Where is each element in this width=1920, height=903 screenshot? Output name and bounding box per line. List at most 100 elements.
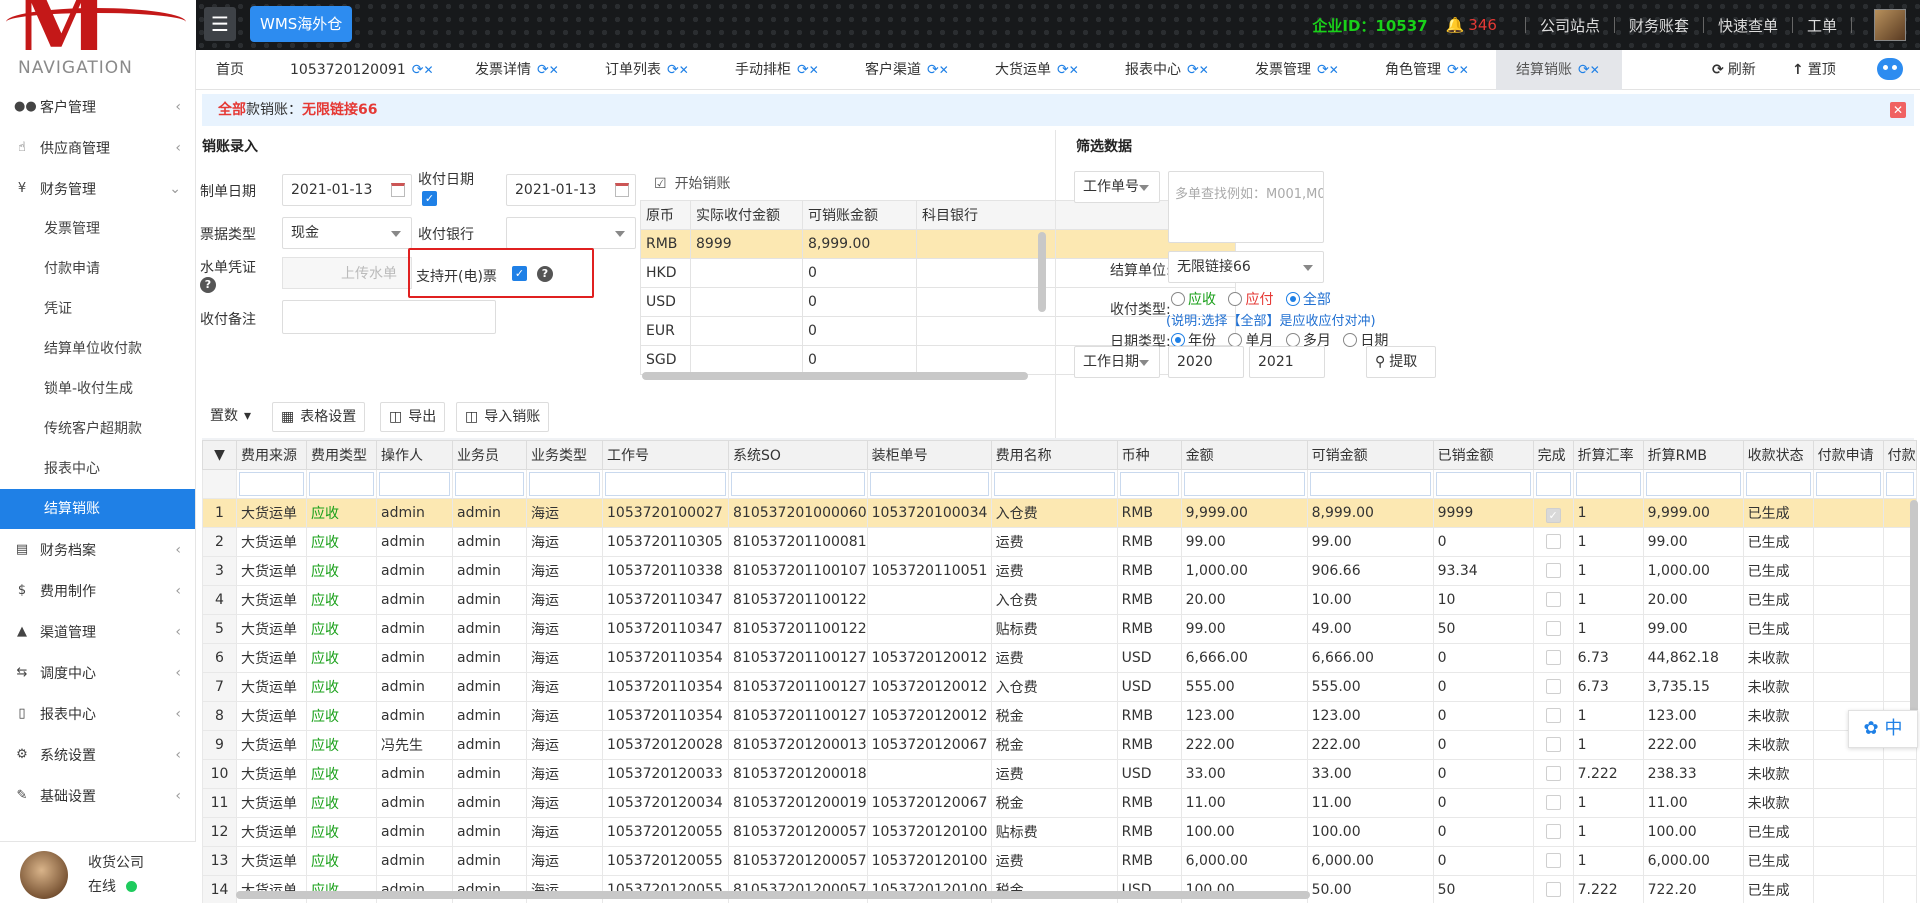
table-row[interactable]: 7 大货运单 应收 admin admin 海运 1053720110354 81053720…	[202, 672, 1917, 702]
table-row[interactable]: 9 大货运单 应收 冯先生 admin 海运 1053720120028 8105372012…	[202, 730, 1917, 760]
pay-date-checkbox[interactable]: ✓	[422, 191, 437, 206]
multi-order-search-input[interactable]: 多单查找例如：M001,M002	[1168, 171, 1324, 243]
table-row[interactable]: 5 大货运单 应收 admin admin 海运 1053720110347 81053720…	[202, 614, 1917, 644]
done-checkbox[interactable]	[1545, 563, 1561, 578]
tab-role-manage[interactable]: 角色管理 ⟳✕	[1385, 50, 1469, 90]
done-checkbox[interactable]	[1545, 795, 1561, 810]
export-button[interactable]: ◫ 导出	[380, 402, 446, 432]
done-checkbox[interactable]	[1545, 824, 1561, 839]
wms-system-button[interactable]: WMS海外仓	[250, 6, 353, 42]
table-row[interactable]: 13 大货运单 应收 admin admin 海运 1053720120055 8105372…	[202, 846, 1917, 876]
year-to-input[interactable]: 2021	[1249, 346, 1325, 378]
year-from-input[interactable]: 2020	[1168, 346, 1244, 378]
grid-filter-input[interactable]	[1642, 469, 1744, 499]
grid-filter-input[interactable]	[1432, 469, 1534, 499]
grid-header[interactable]: 操作人	[376, 440, 453, 470]
sidebar-sub-lock-order[interactable]: 锁单-收付生成	[0, 369, 195, 409]
grid-filter-input[interactable]	[376, 469, 453, 499]
done-checkbox[interactable]	[1545, 708, 1561, 723]
upload-water-button[interactable]: 上传水单	[282, 257, 412, 289]
sidebar-item-system-settings[interactable]: ⚙ 系统设置 ‹	[0, 734, 195, 775]
done-checkbox[interactable]	[1545, 882, 1561, 897]
tab-invoice-manage[interactable]: 发票管理 ⟳✕	[1255, 50, 1339, 90]
grid-header[interactable]: 系统SO	[728, 440, 868, 470]
bank-select[interactable]	[506, 217, 636, 249]
grid-filter-input[interactable]	[1306, 469, 1434, 499]
currency-scrollbar[interactable]	[1038, 232, 1046, 312]
grid-filter-input[interactable]	[526, 469, 603, 499]
table-settings-button[interactable]: ▦ 表格设置	[272, 402, 366, 432]
grid-vscrollbar[interactable]	[1910, 500, 1918, 740]
grid-filter-input[interactable]	[990, 469, 1118, 499]
table-row[interactable]: 12 大货运单 应收 admin admin 海运 1053720120055 8105372…	[202, 817, 1917, 847]
grid-filter-input[interactable]	[1180, 469, 1308, 499]
start-settlement[interactable]: ☑ 开始销账	[654, 173, 731, 193]
quick-search-link[interactable]: 快速查单	[1718, 15, 1778, 36]
done-checkbox[interactable]	[1545, 853, 1561, 868]
help-icon[interactable]: ?	[200, 277, 216, 293]
grid-filter-input[interactable]	[452, 469, 527, 499]
language-widget[interactable]: ✿ 中	[1848, 710, 1918, 748]
grid-filter-input[interactable]	[306, 469, 377, 499]
pin-top-button[interactable]: ↑ 置顶	[1792, 50, 1836, 90]
notification-count[interactable]: 346	[1468, 16, 1497, 34]
grid-header[interactable]: 币种	[1116, 440, 1182, 470]
done-checkbox[interactable]: ✓	[1545, 507, 1561, 523]
grid-header[interactable]: 折算汇率	[1572, 440, 1644, 470]
grid-filter-input[interactable]	[866, 469, 992, 499]
sidebar-sub-reports[interactable]: 报表中心	[0, 449, 195, 489]
grid-header[interactable]: 收款状态	[1742, 440, 1814, 470]
voucher-type-select[interactable]: 现金	[282, 217, 412, 249]
work-no-select[interactable]: 工作单号	[1074, 171, 1160, 203]
grid-filter-input[interactable]	[1572, 469, 1644, 499]
table-row[interactable]: 4 大货运单 应收 admin admin 海运 1053720110347 81053720…	[202, 585, 1917, 615]
sidebar-item-customers[interactable]: ●● 客户管理 ‹	[0, 86, 195, 127]
robot-icon[interactable]	[1877, 58, 1903, 80]
tab-order-list[interactable]: 订单列表 ⟳✕	[605, 50, 689, 90]
settle-unit-select[interactable]: 无限链接66	[1168, 251, 1324, 283]
table-row[interactable]: 11 大货运单 应收 admin admin 海运 1053720120034 8105372…	[202, 788, 1917, 818]
sidebar-sub-invoice[interactable]: 发票管理	[0, 209, 195, 249]
table-row[interactable]: 8 大货运单 应收 admin admin 海运 1053720110354 81053720…	[202, 701, 1917, 731]
grid-header[interactable]: 费用名称	[990, 440, 1118, 470]
work-order-link[interactable]: 工单	[1807, 15, 1837, 36]
sidebar-item-basic-settings[interactable]: ✎ 基础设置 ‹	[0, 775, 195, 816]
sidebar-item-suppliers[interactable]: ☝ 供应商管理 ‹	[0, 127, 195, 168]
grid-filter-input[interactable]	[1742, 469, 1814, 499]
grid-header[interactable]: 付款申请	[1812, 440, 1884, 470]
table-row[interactable]: 2 大货运单 应收 admin admin 海运 1053720110305 81053720…	[202, 527, 1917, 557]
grid-filter-input[interactable]	[1532, 469, 1574, 499]
grid-filter-input[interactable]	[602, 469, 729, 499]
menu-toggle-button[interactable]: ☰	[204, 7, 236, 41]
done-checkbox[interactable]	[1545, 737, 1561, 752]
sidebar-item-dispatch[interactable]: ⇆ 调度中心 ‹	[0, 652, 195, 693]
grid-header[interactable]: 费用类型	[306, 440, 377, 470]
grid-filter-input[interactable]	[236, 469, 307, 499]
grid-header[interactable]: 完成	[1532, 440, 1574, 470]
close-icon[interactable]: ✕	[1890, 102, 1906, 118]
grid-header[interactable]: 已销金额	[1432, 440, 1534, 470]
tab-home[interactable]: 首页	[216, 50, 244, 90]
make-date-input[interactable]: 2021-01-13	[282, 174, 412, 206]
tab-customer-channel[interactable]: 客户渠道 ⟳✕	[865, 50, 949, 90]
grid-header[interactable]: 装柜单号	[866, 440, 992, 470]
grid-filter-input[interactable]	[1812, 469, 1884, 499]
table-row[interactable]: 6 大货运单 应收 admin admin 海运 1053720110354 81053720…	[202, 643, 1917, 673]
company-site-link[interactable]: 公司站点	[1540, 15, 1600, 36]
grid-filter-input[interactable]	[728, 469, 868, 499]
currency-hscrollbar[interactable]	[642, 372, 1028, 380]
sidebar-sub-unit-payment[interactable]: 结算单位收付款	[0, 329, 195, 369]
sidebar-item-finance-archive[interactable]: ▤ 财务档案 ‹	[0, 529, 195, 570]
payable-radio[interactable]: 应付	[1228, 292, 1273, 308]
done-checkbox[interactable]	[1545, 650, 1561, 665]
currency-row[interactable]: RMB 8999 8,999.00	[640, 229, 1236, 259]
tab-order-detail[interactable]: 1053720120091 ⟳✕	[290, 50, 434, 90]
grid-header[interactable]: 金额	[1180, 440, 1308, 470]
done-checkbox[interactable]	[1545, 679, 1561, 694]
sidebar-item-fee-making[interactable]: $ 费用制作 ‹	[0, 570, 195, 611]
grid-header[interactable]: 付款	[1882, 440, 1917, 470]
grid-header[interactable]: 业务类型	[526, 440, 603, 470]
tab-bulk-waybill[interactable]: 大货运单 ⟳✕	[995, 50, 1079, 90]
finance-account-link[interactable]: 财务账套	[1629, 15, 1689, 36]
grid-header[interactable]: 可销金额	[1306, 440, 1434, 470]
